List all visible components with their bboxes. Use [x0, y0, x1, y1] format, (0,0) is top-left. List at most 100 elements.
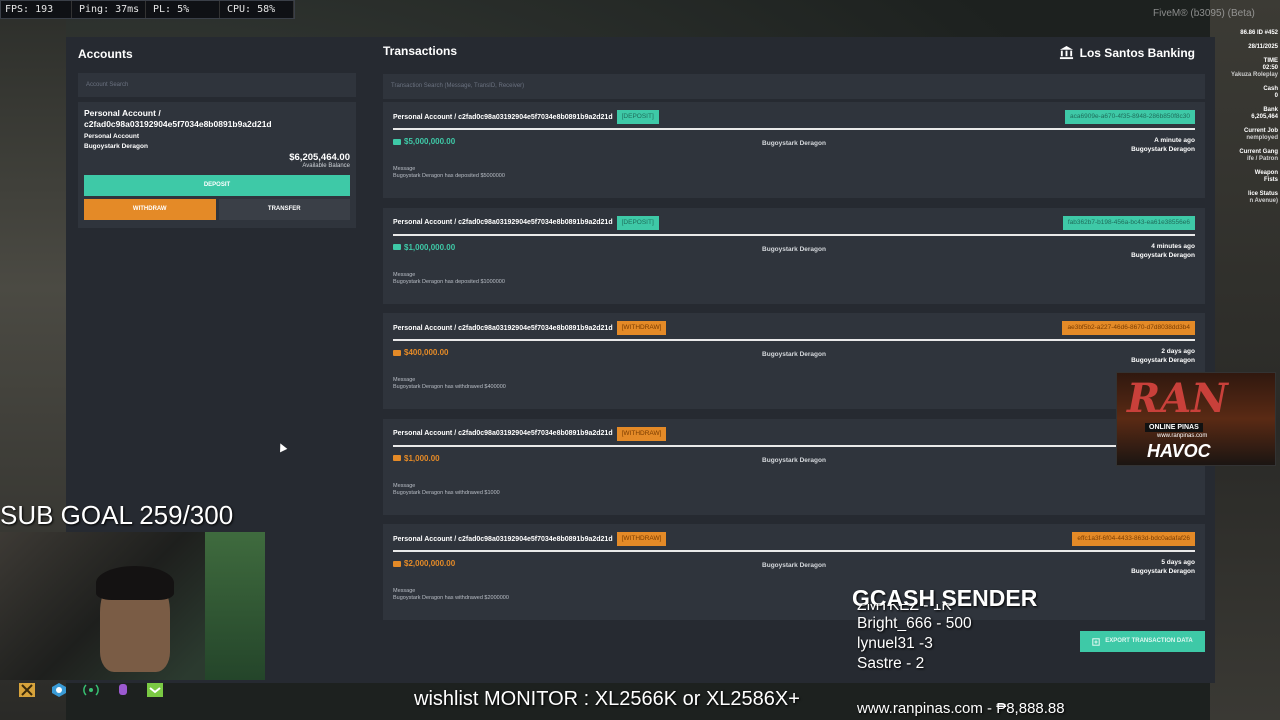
transaction-divider: [393, 128, 1195, 130]
transaction-id-badge[interactable]: ae3bf5b2-a227-46d6-8670-d7d8038dd3b4: [1062, 321, 1195, 335]
transaction-card[interactable]: Personal Account / c2fad0c98a03192904e5f…: [383, 313, 1205, 409]
ran-logo-subtitle: ONLINE PINAS: [1145, 423, 1203, 432]
export-transaction-data-button[interactable]: EXPORT TRANSACTION DATA: [1080, 631, 1205, 652]
stream-badges: [18, 682, 164, 698]
transaction-id-badge[interactable]: fab362b7-b198-456a-bc43-ea61e38556e6: [1062, 215, 1195, 230]
account-balance: $6,205,464.00: [289, 152, 350, 163]
transaction-header: Personal Account / c2fad0c98a03192904e5f…: [393, 426, 1195, 441]
transaction-message: Bugoystark Deragon has deposited $100000…: [393, 278, 505, 285]
transaction-divider: [393, 233, 1195, 236]
transaction-search-input[interactable]: Transaction Search (Message, TransID, Re…: [383, 74, 1205, 99]
account-search-input[interactable]: Account Search: [78, 73, 356, 97]
transaction-meta: A minute ago Bugoystark Deragon: [1131, 136, 1195, 154]
transaction-time: 4 minutes ago: [1151, 242, 1195, 250]
transaction-counterparty: Bugoystark Deragon: [762, 562, 826, 569]
account-type: Personal Account: [84, 133, 140, 140]
hud-job-label: Current Job: [1243, 128, 1278, 134]
transaction-type-tag: [WITHDRAW]: [616, 532, 667, 546]
transaction-divider: [393, 444, 1195, 447]
account-name-line1: Personal Account /: [84, 108, 161, 118]
transaction-type-tag: [WITHDRAW]: [616, 321, 667, 335]
bank-name: Los Santos Banking: [1079, 45, 1195, 60]
transaction-account: Personal Account / c2fad0c98a03192904e5f…: [393, 430, 613, 437]
fivem-build-label: FiveM® (b3095) (Beta): [1153, 8, 1255, 19]
transaction-id-badge[interactable]: effc1a3f-6f04-4433-863d-bdc0adafaf26: [1072, 532, 1195, 546]
transaction-message: Bugoystark Deragon has withdrawed $20000…: [393, 595, 509, 601]
transaction-card[interactable]: Personal Account / c2fad0c98a03192904e5f…: [383, 207, 1205, 304]
transaction-message: Bugoystark Deragon has deposited $500000…: [393, 173, 505, 179]
accounts-title: Accounts: [78, 47, 133, 61]
transaction-owner: Bugoystark Deragon: [1131, 568, 1195, 575]
transaction-card[interactable]: Personal Account / c2fad0c98a03192904e5f…: [383, 524, 1205, 620]
hud-cash-label: Cash: [1263, 86, 1278, 92]
gcash-sender-item: Bright_666 - 500: [857, 615, 972, 632]
hud-server: Yakuza Roleplay: [1230, 72, 1278, 78]
hud-weapon-value: Fists: [1263, 177, 1278, 183]
transaction-divider: [393, 339, 1195, 341]
hud-bank-value: 6,205,464: [1251, 114, 1278, 120]
gcash-sender-list: ZMTKEZ - 1K Bright_666 - 500 lynuel31 -3…: [857, 604, 972, 674]
performance-bar: FPS: 193 Ping: 37ms PL: 5% CPU: 58%: [0, 0, 295, 19]
transaction-counterparty: Bugoystark Deragon: [762, 351, 826, 358]
transaction-card[interactable]: Personal Account / c2fad0c98a03192904e5f…: [383, 418, 1205, 515]
transaction-owner: Bugoystark Deragon: [1131, 146, 1195, 153]
transaction-type-tag: [WITHDRAW]: [616, 426, 667, 441]
transactions-column: Transactions Los Santos Banking Transact…: [383, 37, 1205, 630]
transaction-counterparty: Bugoystark Deragon: [762, 245, 826, 253]
ranpinas-ticker: www.ranpinas.com - ₱8,888.88: [857, 700, 1065, 717]
ran-logo-havoc: HAVOC: [1147, 441, 1211, 461]
bank-icon: [1059, 45, 1073, 60]
transaction-meta: 4 minutes ago Bugoystark Deragon: [1131, 242, 1195, 260]
hud-gang-label: Current Gang: [1239, 149, 1278, 155]
gcash-sender-item: lynuel31 -3: [857, 635, 933, 652]
ran-online-logo: RAN ONLINE PINAS www.ranpinas.com HAVOC: [1116, 372, 1276, 466]
account-owner: Bugoystark Deragon: [84, 143, 148, 150]
crossed-swords-badge-icon: [19, 683, 35, 697]
transaction-list: Personal Account / c2fad0c98a03192904e5f…: [383, 102, 1205, 620]
webcam-hair: [96, 566, 174, 600]
ran-logo-url: www.ranpinas.com: [1157, 433, 1208, 439]
transaction-card[interactable]: Personal Account / c2fad0c98a03192904e5f…: [383, 102, 1205, 198]
hud-top: 86.86 ID #452: [1240, 30, 1278, 36]
webcam-feed: [0, 532, 265, 680]
transaction-owner: Bugoystark Deragon: [1131, 251, 1195, 259]
ran-logo-title: RAN: [1127, 375, 1228, 422]
transaction-message: Bugoystark Deragon has withdrawed $1000: [393, 489, 500, 496]
account-balance-label: Available Balance: [302, 163, 350, 169]
cpu-readout: CPU: 58%: [223, 1, 294, 18]
fps-readout: FPS: 193: [1, 1, 72, 18]
hud-police-value: n Avenue): [1249, 198, 1278, 204]
transaction-counterparty: Bugoystark Deragon: [762, 456, 826, 464]
transaction-meta: 5 days ago Bugoystark Deragon: [1131, 558, 1195, 576]
packet-loss-readout: PL: 5%: [149, 1, 220, 18]
chevron-badge-icon: [147, 683, 163, 697]
wishlist-ticker: wishlist MONITOR : XL2566K or XL2586X+: [414, 688, 800, 710]
transaction-account: Personal Account / c2fad0c98a03192904e5f…: [393, 535, 613, 543]
hud-date: 28/11/2025: [1248, 44, 1278, 50]
deposit-button[interactable]: DEPOSIT: [84, 175, 350, 196]
transaction-account: Personal Account / c2fad0c98a03192904e5f…: [393, 113, 613, 121]
transaction-id-badge[interactable]: aca6909e-a670-4f35-8948-286b850f8c30: [1065, 110, 1195, 124]
hud-job-value: nemployed: [1246, 135, 1278, 141]
transaction-meta: 2 days ago Bugoystark Deragon: [1131, 347, 1195, 365]
hud-gang-value: ife / Patron: [1246, 156, 1278, 162]
bank-brand: Los Santos Banking: [1059, 45, 1195, 60]
transaction-time: 5 days ago: [1161, 559, 1195, 566]
withdraw-button[interactable]: WITHDRAW: [84, 199, 216, 220]
account-card[interactable]: Personal Account / c2fad0c98a03192904e5f…: [78, 102, 356, 228]
game-hud: 86.86 ID #452 28/11/2025 TIME 02:50 Yakuza…: [1213, 30, 1278, 212]
hud-weapon-label: Weapon: [1254, 170, 1278, 176]
transaction-time: 2 days ago: [1161, 348, 1195, 355]
transaction-message: Bugoystark Deragon has withdrawed $40000…: [393, 384, 506, 390]
transaction-type-tag: [DEPOSIT]: [616, 215, 659, 230]
transaction-time: A minute ago: [1154, 137, 1195, 144]
hud-time-label: TIME: [1263, 58, 1278, 64]
transaction-message-label: Message: [393, 271, 416, 278]
export-label: EXPORT TRANSACTION DATA: [1105, 638, 1193, 644]
transfer-button[interactable]: TRANSFER: [218, 199, 350, 220]
transaction-account: Personal Account / c2fad0c98a03192904e5f…: [393, 219, 613, 226]
hud-police-label: lice Status: [1247, 191, 1278, 197]
transaction-counterparty: Bugoystark Deragon: [762, 140, 826, 147]
export-icon: [1092, 637, 1100, 646]
broadcast-badge-icon: [83, 684, 99, 696]
